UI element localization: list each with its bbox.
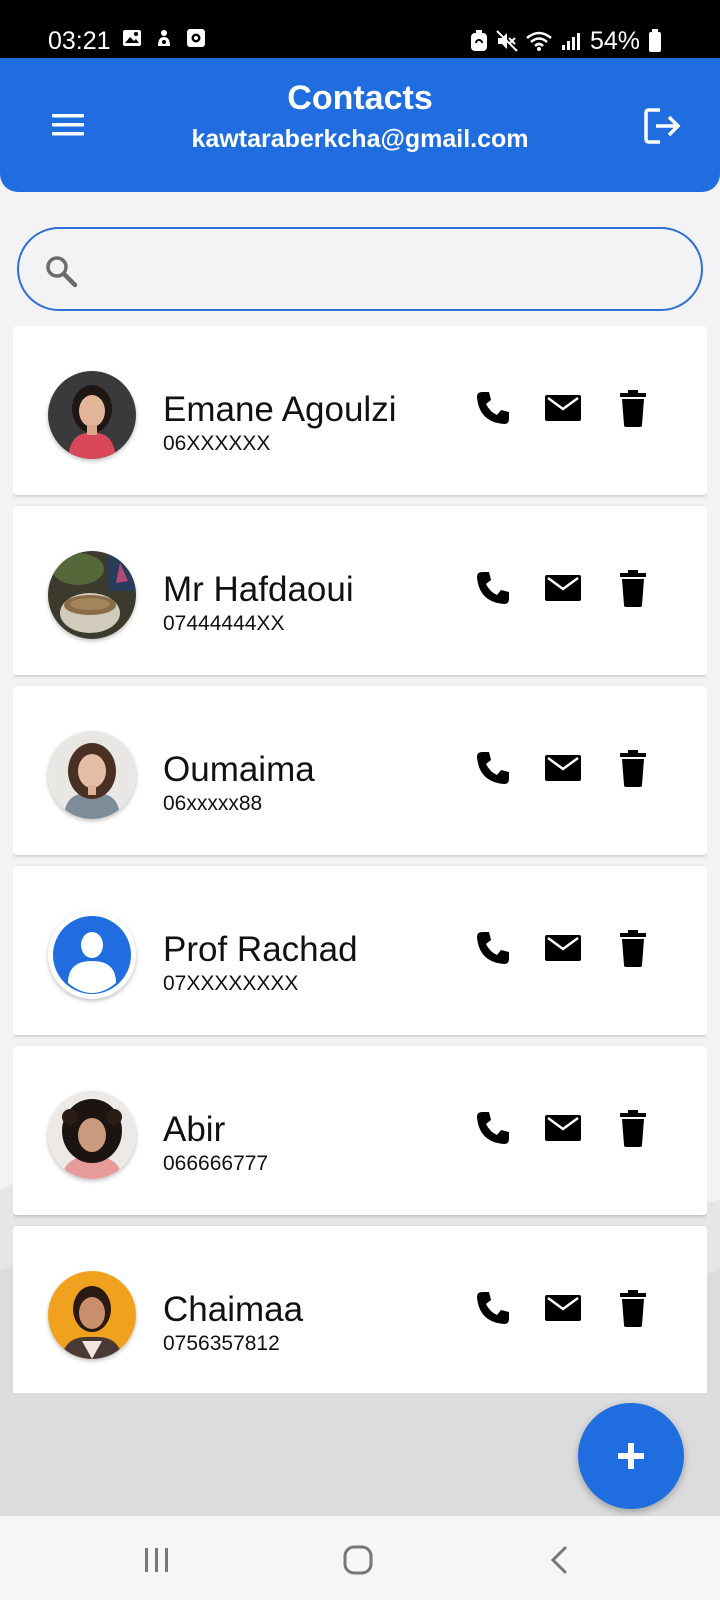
phone-icon [477,752,509,784]
delete-icon [620,930,646,967]
contacts-screen: 03:21 54% Contacts kawtaraberkcha@gmail.… [0,0,720,1600]
logout-button[interactable] [640,104,684,148]
email-button[interactable] [543,748,583,788]
call-button[interactable] [473,1108,513,1148]
call-button[interactable] [473,928,513,968]
back-icon [550,1546,567,1574]
call-button[interactable] [473,1288,513,1328]
contact-name: Abir [163,1110,226,1149]
contact-card[interactable]: Chaimaa 0756357812 [13,1226,707,1393]
delete-icon [620,1110,646,1147]
search-bar[interactable] [17,227,703,311]
app-bar: Contacts kawtaraberkcha@gmail.com [0,58,720,192]
screen-record-icon [187,29,205,47]
email-button[interactable] [543,1108,583,1148]
gallery-icon [123,30,141,46]
mail-icon [545,755,581,781]
page-title: Contacts [287,79,433,117]
contact-phone: 07444444XX [163,612,285,635]
contact-name: Oumaima [163,750,315,789]
delete-button[interactable] [613,928,653,968]
contact-phone: 06XXXXXX [163,432,271,455]
contact-card[interactable]: Prof Rachad 07XXXXXXXX [13,866,707,1035]
contact-name: Chaimaa [163,1290,304,1329]
status-bar: 03:21 54% [0,0,720,58]
recent-apps-button[interactable] [137,1540,177,1580]
phone-icon [477,572,509,604]
avatar [48,911,136,999]
mute-icon [496,30,518,52]
contact-card[interactable]: Abir 066666777 [13,1046,707,1215]
delete-icon [620,750,646,787]
delete-button[interactable] [613,568,653,608]
recent-apps-icon [145,1548,168,1572]
contact-name: Prof Rachad [163,930,358,969]
contact-card[interactable]: Mr Hafdaoui 07444444XX [13,506,707,675]
contact-list[interactable]: Emane Agoulzi 06XXXXXX Mr Hafdaoui 07444… [13,326,707,1393]
mail-icon [545,935,581,961]
home-icon [343,1545,373,1575]
delete-icon [620,1290,646,1327]
battery-percent: 54% [589,27,640,55]
phone-icon [477,1292,509,1324]
email-button[interactable] [543,388,583,428]
wifi-icon [526,31,552,51]
back-button[interactable] [540,1540,580,1580]
call-button[interactable] [473,388,513,428]
search-input[interactable] [99,239,679,299]
signal-icon [561,33,580,50]
mail-icon [545,575,581,601]
delete-icon [620,390,646,427]
home-button[interactable] [338,1540,378,1580]
contact-phone: 06xxxxx88 [163,792,263,815]
call-button[interactable] [473,748,513,788]
avatar [48,371,136,459]
mail-icon [545,1115,581,1141]
contact-card[interactable]: Oumaima 06xxxxx88 [13,686,707,855]
email-button[interactable] [543,928,583,968]
contact-phone: 066666777 [163,1152,269,1175]
battery-saver-icon [470,30,487,51]
phone-icon [477,932,509,964]
mail-icon [545,1295,581,1321]
contact-phone: 0756357812 [163,1332,280,1355]
plus-icon [618,1443,644,1469]
delete-icon [620,570,646,607]
notification-icon [158,30,170,46]
mail-icon [545,395,581,421]
email-button[interactable] [543,1288,583,1328]
battery-icon [649,29,661,52]
user-email: kawtaraberkcha@gmail.com [191,125,529,153]
contact-card[interactable]: Emane Agoulzi 06XXXXXX [13,326,707,495]
search-icon [46,256,78,288]
avatar [48,1271,136,1359]
delete-button[interactable] [613,388,653,428]
call-button[interactable] [473,568,513,608]
phone-icon [477,392,509,424]
status-time: 03:21 [48,27,111,55]
add-contact-button[interactable] [578,1403,684,1509]
delete-button[interactable] [613,1288,653,1328]
contact-name: Emane Agoulzi [163,390,397,429]
system-nav-bar [0,1516,720,1600]
avatar [48,1091,136,1179]
avatar [48,731,136,819]
email-button[interactable] [543,568,583,608]
delete-button[interactable] [613,748,653,788]
delete-button[interactable] [613,1108,653,1148]
logout-icon [644,108,681,144]
phone-icon [477,1112,509,1144]
avatar [48,551,136,639]
contact-name: Mr Hafdaoui [163,570,354,609]
contact-phone: 07XXXXXXXX [163,972,299,995]
